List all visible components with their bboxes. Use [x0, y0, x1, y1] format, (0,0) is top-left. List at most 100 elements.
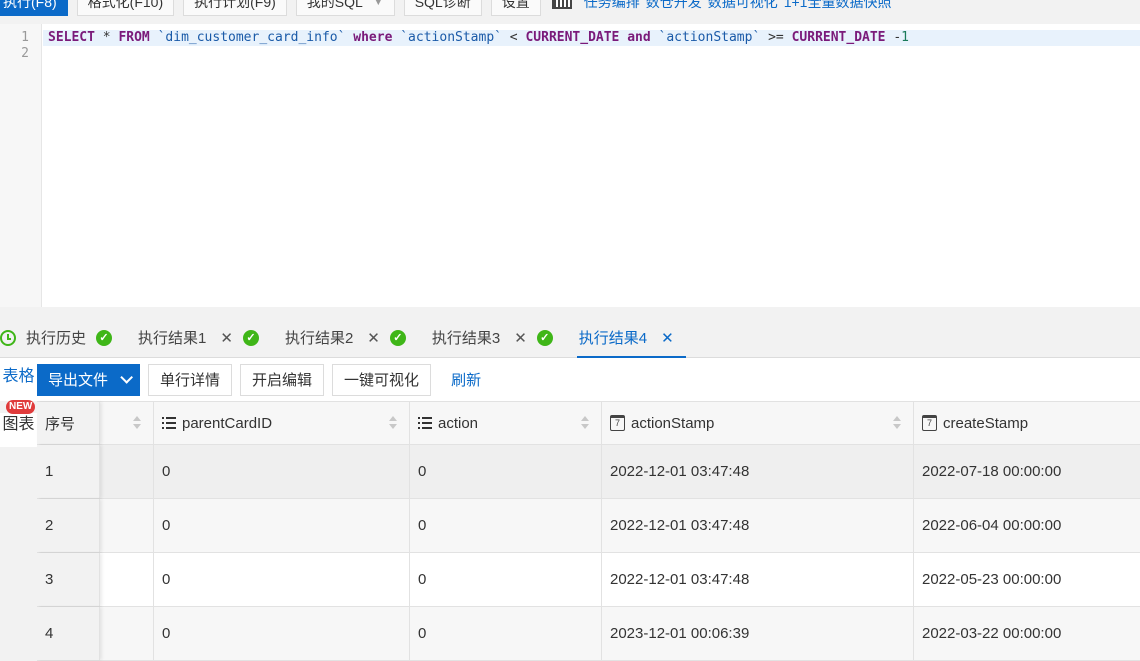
- sql-token-operator: <: [501, 30, 526, 45]
- cell-createStamp[interactable]: 2022-06-04 00:00:00: [914, 499, 1140, 552]
- sort-icon[interactable]: [133, 416, 141, 430]
- close-icon[interactable]: ✕: [220, 329, 233, 347]
- cell-blank[interactable]: [100, 553, 154, 606]
- cell-blank[interactable]: [100, 445, 154, 498]
- close-icon[interactable]: ✕: [514, 329, 527, 347]
- tab-label: 执行结果3: [431, 330, 501, 347]
- cell-parentCardID[interactable]: 0: [154, 607, 410, 660]
- sort-icon[interactable]: [581, 416, 589, 430]
- cell-createStamp[interactable]: 2022-03-22 00:00:00: [914, 607, 1140, 660]
- list-icon: [418, 417, 432, 429]
- cell-index: 1: [37, 445, 100, 498]
- result-tabs-bar: 执行历史 ✓ 执行结果1 ✕ ✓ 执行结果2 ✕ ✓ 执行结果3 ✕ ✓ 执行结…: [0, 318, 1140, 359]
- cell-actionStamp[interactable]: 2023-12-01 00:06:39: [602, 607, 914, 660]
- table-row[interactable]: 2 0 0 2022-12-01 03:47:48 2022-06-04 00:…: [37, 499, 1140, 553]
- line-number: 2: [21, 46, 29, 61]
- cell-action[interactable]: 0: [410, 553, 602, 606]
- row-detail-button[interactable]: 单行详情: [148, 363, 233, 396]
- execution-plan-button[interactable]: 执行计划(F9): [183, 0, 287, 16]
- column-header-index[interactable]: 序号: [37, 402, 100, 444]
- close-icon[interactable]: ✕: [661, 329, 674, 347]
- line-gutter: 1 2: [0, 24, 42, 307]
- column-header-action[interactable]: action: [410, 402, 602, 444]
- execute-button[interactable]: 执行(F8): [0, 0, 68, 16]
- column-label: action: [438, 414, 479, 432]
- tab-result-2[interactable]: 执行结果2 ✕ ✓: [285, 318, 432, 358]
- enable-edit-button[interactable]: 开启编辑: [240, 363, 325, 396]
- side-tab-chart[interactable]: 图表: [0, 413, 37, 447]
- tab-result-1[interactable]: 执行结果1 ✕ ✓: [138, 318, 285, 358]
- link-data-visualization[interactable]: 数据可视化: [708, 0, 778, 12]
- cell-action[interactable]: 0: [410, 445, 602, 498]
- column-header-parentCardID[interactable]: parentCardID: [154, 402, 410, 444]
- cell-parentCardID[interactable]: 0: [154, 445, 410, 498]
- cell-blank[interactable]: [100, 499, 154, 552]
- cell-index: 4: [37, 607, 100, 660]
- cell-actionStamp[interactable]: 2022-12-01 03:47:48: [602, 499, 914, 552]
- cell-actionStamp[interactable]: 2022-12-01 03:47:48: [602, 553, 914, 606]
- tab-execution-history[interactable]: 执行历史 ✓: [0, 318, 138, 358]
- sql-editor[interactable]: 1 2 SELECT * FROM `dim_customer_card_inf…: [0, 24, 1140, 307]
- column-header-actionStamp[interactable]: 7 actionStamp: [602, 402, 914, 444]
- new-badge: NEW: [6, 400, 36, 414]
- refresh-link[interactable]: 刷新: [451, 369, 481, 390]
- column-header-createStamp[interactable]: 7 createStamp: [914, 402, 1140, 444]
- calendar-icon: 7: [922, 415, 937, 431]
- result-table: 序号 parentCardID action 7 actionStamp 7 cre…: [37, 401, 1140, 661]
- table-row[interactable]: 3 0 0 2022-12-01 03:47:48 2022-05-23 00:…: [37, 553, 1140, 607]
- settings-button[interactable]: 设置: [490, 0, 541, 16]
- sql-token-operator: *: [94, 30, 119, 45]
- success-check-icon: ✓: [536, 329, 553, 346]
- sort-icon[interactable]: [389, 416, 397, 430]
- sql-token-operator: >=: [760, 30, 792, 45]
- chevron-down-icon: [120, 371, 134, 384]
- keyboard-icon[interactable]: [551, 0, 572, 9]
- tab-label: 执行结果2: [284, 330, 354, 347]
- sql-token-identifier: `dim_customer_card_info`: [157, 30, 346, 45]
- cell-parentCardID[interactable]: 0: [154, 499, 410, 552]
- tab-result-3[interactable]: 执行结果3 ✕ ✓: [432, 318, 579, 358]
- sql-diagnosis-button[interactable]: SQL诊断: [403, 0, 482, 16]
- one-click-visualize-button[interactable]: 一键可视化: [332, 363, 432, 396]
- tab-label: 执行结果4: [578, 330, 648, 347]
- side-tab-table[interactable]: 表格: [0, 358, 37, 401]
- link-task-orchestration[interactable]: 任务编排: [584, 0, 640, 12]
- cell-createStamp[interactable]: 2022-05-23 00:00:00: [914, 553, 1140, 606]
- link-warehouse-dev[interactable]: 数仓开发: [646, 0, 702, 12]
- cell-parentCardID[interactable]: 0: [154, 553, 410, 606]
- history-icon: [0, 329, 16, 346]
- format-button[interactable]: 格式化(F10): [76, 0, 175, 16]
- close-icon[interactable]: ✕: [367, 329, 380, 347]
- sql-token-operator: -: [885, 30, 902, 45]
- table-row[interactable]: 1 0 0 2022-12-01 03:47:48 2022-07-18 00:…: [37, 445, 1140, 499]
- sql-token-keyword: FROM: [118, 30, 150, 45]
- cell-action[interactable]: 0: [410, 499, 602, 552]
- cell-index: 2: [37, 499, 100, 552]
- success-check-icon: ✓: [96, 329, 113, 346]
- top-toolbar: 执行(F8) 格式化(F10) 执行计划(F9) 我的SQL ▼ SQL诊断 设…: [0, 0, 1140, 16]
- chevron-down-icon: ▼: [372, 0, 384, 8]
- sql-token-number: 1: [901, 30, 909, 45]
- tab-label: 执行结果1: [138, 330, 207, 347]
- column-header-blank[interactable]: [100, 402, 154, 444]
- column-label: actionStamp: [631, 414, 715, 432]
- my-sql-label: 我的SQL: [306, 0, 363, 10]
- cell-action[interactable]: 0: [410, 607, 602, 660]
- sql-token-operator: [651, 30, 659, 45]
- sql-token-keyword: where: [353, 30, 393, 45]
- table-row[interactable]: 4 0 0 2023-12-01 00:06:39 2022-03-22 00:…: [37, 607, 1140, 661]
- sql-token-identifier: `actionStamp`: [400, 30, 502, 45]
- calendar-icon: 7: [610, 415, 625, 431]
- cell-blank[interactable]: [100, 607, 154, 660]
- cell-createStamp[interactable]: 2022-07-18 00:00:00: [914, 445, 1140, 498]
- sql-token-identifier: `actionStamp`: [658, 30, 761, 45]
- cell-actionStamp[interactable]: 2022-12-01 03:47:48: [602, 445, 914, 498]
- my-sql-dropdown[interactable]: 我的SQL ▼: [295, 0, 395, 16]
- sql-token-keyword: and: [627, 30, 651, 45]
- sort-icon[interactable]: [893, 416, 901, 430]
- tab-result-4[interactable]: 执行结果4 ✕: [576, 318, 686, 359]
- export-file-button[interactable]: 导出文件: [37, 363, 141, 396]
- code-line-active[interactable]: SELECT * FROM `dim_customer_card_info` w…: [43, 30, 1140, 46]
- link-full-snapshot[interactable]: 1+1全量数据快照: [784, 0, 892, 12]
- list-icon: [162, 417, 176, 429]
